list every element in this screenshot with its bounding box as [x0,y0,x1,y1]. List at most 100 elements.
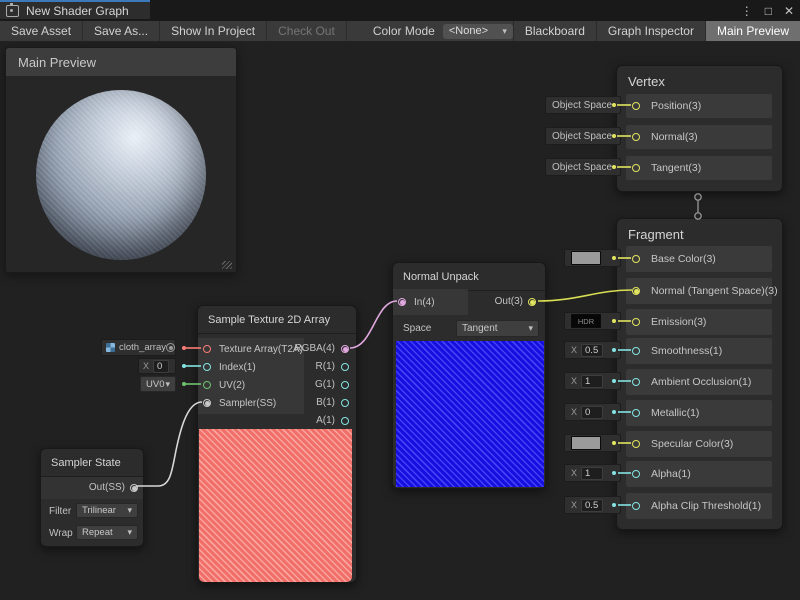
widget-texture-array-property[interactable]: cloth_array [101,339,176,356]
axis-label: X [571,468,577,478]
node-sampler-state[interactable]: Sampler State Out(SS) Filter Trilinear W… [40,448,144,547]
uv-channel-dropdown[interactable]: UV0 [140,376,176,392]
color-mode-dropdown[interactable]: <None> [443,24,513,39]
color-mode-value: <None> [449,25,488,37]
port-uv[interactable] [203,381,211,389]
slot-texture-array: Texture Array(T2A) [198,340,304,358]
float-field[interactable]: 0.5 [581,344,603,357]
slot-label: Normal (Tangent Space)(3) [651,285,778,297]
widget-index-value[interactable]: X 0 [138,358,176,374]
node-normal-unpack[interactable]: Normal Unpack In(4) Out(3) Space Tangent [392,262,546,489]
port-out[interactable] [528,298,536,306]
resize-handle-icon[interactable] [222,261,232,269]
widget-base-color[interactable] [564,249,621,267]
kebab-menu-icon[interactable] [741,5,753,17]
color-swatch[interactable] [571,436,601,450]
widget-smoothness[interactable]: X 0.5 [564,341,621,359]
widget-metallic[interactable]: X 0 [564,403,621,421]
connector-dot [612,103,616,107]
slot-label: Emission(3) [651,316,706,328]
port-alpha-clip-threshold[interactable] [632,502,640,510]
widget-tangent-space[interactable]: Object Space [545,158,621,176]
widget-ambient-occlusion[interactable]: X 1 [564,372,621,390]
output-label-b: B(1) [316,397,335,408]
color-swatch[interactable] [571,251,601,265]
float-field[interactable]: 1 [581,375,603,388]
main-preview-title: Main Preview [18,55,96,70]
port-base-color[interactable] [632,255,640,263]
edge-sampler-state[interactable] [136,402,202,486]
widget-alpha[interactable]: X 1 [564,464,621,482]
port-position[interactable] [632,102,640,110]
tab-title: New Shader Graph [26,4,129,18]
object-picker-icon[interactable] [166,343,175,352]
port-ambient-occlusion[interactable] [632,378,640,386]
wrap-dropdown[interactable]: Repeat [76,525,138,540]
chevron-down-icon [502,25,507,37]
widget-normal-space[interactable]: Object Space [545,127,621,145]
graph-inspector-toggle[interactable]: Graph Inspector [596,21,705,41]
port-sampler[interactable] [203,399,211,407]
axis-label: X [571,376,577,386]
port-tangent[interactable] [632,164,640,172]
port-rgba[interactable] [341,345,349,353]
show-in-project-button[interactable]: Show In Project [160,21,267,41]
input-slot-block: Texture Array(T2A) Index(1) UV(2) Sample… [198,338,304,414]
port-a[interactable] [341,417,349,425]
slot-label: Metallic(1) [651,407,699,419]
maximize-icon[interactable] [765,5,772,17]
tab-new-shader-graph[interactable]: New Shader Graph [0,0,150,19]
color-mode-label: Color Mode [373,24,435,38]
hdr-color-swatch[interactable]: HDR [571,314,601,328]
port-smoothness[interactable] [632,347,640,355]
normal-map-preview [396,341,544,487]
close-icon[interactable] [784,5,794,17]
slot-label: In(4) [414,297,435,308]
filter-value: Trilinear [82,505,116,516]
float-field[interactable]: 0 [581,406,603,419]
port-normal[interactable] [632,133,640,141]
port-b[interactable] [341,399,349,407]
port-out-ss[interactable] [130,484,138,492]
slot-label: UV(2) [219,380,245,391]
connector-dot [612,256,616,260]
widget-emission[interactable]: HDR [564,312,621,330]
save-asset-button[interactable]: Save Asset [0,21,83,41]
main-preview-toggle[interactable]: Main Preview [705,21,800,41]
slot-label: Normal(3) [651,131,698,143]
slot-index: Index(1) [198,358,304,376]
float-field[interactable]: 0.5 [581,499,603,512]
preview-sphere[interactable] [36,90,206,260]
port-r[interactable] [341,363,349,371]
float-field[interactable]: 1 [581,467,603,480]
save-as-button[interactable]: Save As... [83,21,160,41]
main-preview-header[interactable]: Main Preview [6,48,236,76]
main-preview-panel[interactable]: Main Preview [5,47,237,273]
port-metallic[interactable] [632,409,640,417]
float-field[interactable]: 0 [153,360,169,373]
output-label-out-ss: Out(SS) [89,482,125,493]
space-dropdown[interactable]: Tangent [456,320,539,337]
slot-smoothness: Smoothness(1) [626,338,772,364]
blackboard-toggle[interactable]: Blackboard [513,21,596,41]
port-index[interactable] [203,363,211,371]
port-normal-tangent-space[interactable] [632,287,640,295]
filter-dropdown[interactable]: Trilinear [76,503,138,518]
edge-rgba-to-in[interactable] [350,301,397,348]
node-sample-texture-2d-array[interactable]: Sample Texture 2D Array Texture Array(T2… [197,305,357,583]
port-g[interactable] [341,381,349,389]
slot-alpha: Alpha(1) [626,461,772,487]
widget-alpha-clip-threshold[interactable]: X 0.5 [564,496,621,514]
widget-specular-color[interactable] [564,434,621,452]
node-fragment[interactable]: Fragment Base Color(3) Normal (Tangent S… [616,218,783,530]
port-alpha[interactable] [632,470,640,478]
widget-position-space[interactable]: Object Space [545,96,621,114]
wrap-value: Repeat [82,527,113,538]
node-vertex[interactable]: Vertex Position(3) Normal(3) Tangent(3) [616,65,783,192]
port-emission[interactable] [632,318,640,326]
port-in[interactable] [398,298,406,306]
port-specular-color[interactable] [632,440,640,448]
port-texture-array[interactable] [203,345,211,353]
slot-base-color: Base Color(3) [626,246,772,272]
axis-label: X [571,500,577,510]
